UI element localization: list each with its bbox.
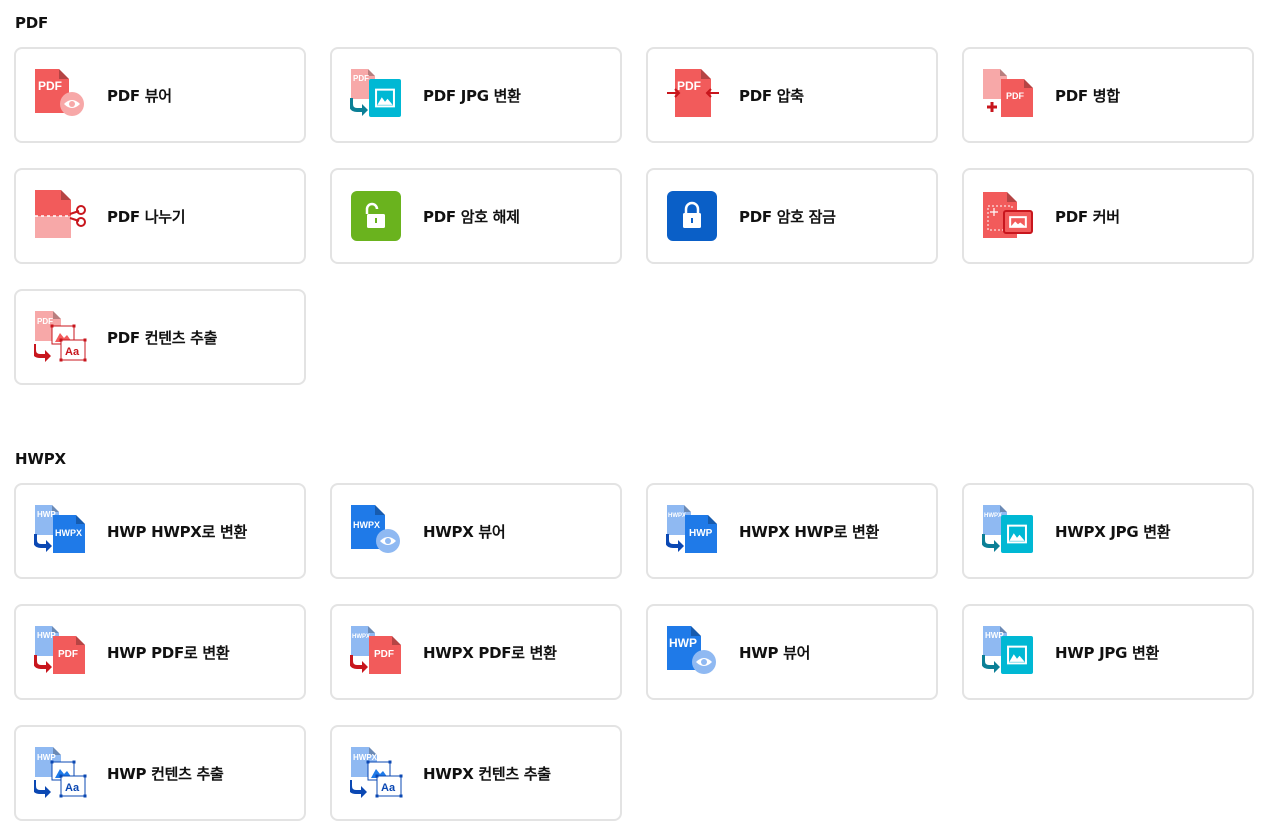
- svg-text:HWPX: HWPX: [984, 513, 1002, 519]
- section-title-hwpx: HWPX: [15, 450, 66, 468]
- tool-card-hwp-viewer[interactable]: HWP HWP 뷰어: [646, 604, 938, 700]
- tool-card-label: HWPX 컨텐츠 추출: [423, 764, 551, 783]
- hwp-viewer-icon: HWP: [666, 625, 720, 679]
- pdf-split-icon: [34, 189, 88, 243]
- tool-card-label: PDF 병합: [1055, 86, 1120, 105]
- tool-card-hwp-to-pdf[interactable]: HWP PDF HWP PDF로 변환: [14, 604, 306, 700]
- tool-card-lock[interactable]: PDF 암호 잠금: [646, 168, 938, 264]
- tool-card-label: HWP 뷰어: [739, 643, 811, 662]
- pdf-to-jpg-icon: PDF: [350, 68, 404, 122]
- svg-text:HWPX: HWPX: [55, 528, 82, 538]
- svg-text:Aa: Aa: [381, 782, 396, 794]
- hwpx-viewer-icon: HWPX: [350, 504, 404, 558]
- tool-card-hwpx-to-jpg[interactable]: HWPX HWPX JPG 변환: [962, 483, 1254, 579]
- tool-card-pdf-merge[interactable]: PDF PDF 병합: [962, 47, 1254, 143]
- svg-text:Aa: Aa: [65, 346, 80, 358]
- svg-text:HWP: HWP: [669, 636, 697, 650]
- svg-text:Aa: Aa: [65, 782, 80, 794]
- lock-icon: [666, 189, 720, 243]
- tool-card-label: HWP PDF로 변환: [107, 643, 230, 662]
- hwpx-tools-grid: HWP HWPX HWP HWPX로 변환 HWPX HWPX 뷰어 HWPX HWP HWP…: [14, 483, 1256, 821]
- svg-text:HWPX: HWPX: [353, 753, 378, 762]
- svg-text:PDF: PDF: [38, 79, 62, 93]
- hwpx-to-jpg-icon: HWPX: [982, 504, 1036, 558]
- section-title-pdf: PDF: [15, 14, 49, 32]
- pdf-merge-icon: PDF: [982, 68, 1036, 122]
- pdf-extract-icon: PDF Aa: [34, 310, 88, 364]
- hwpx-extract-icon: HWPX Aa: [350, 746, 404, 800]
- hwpx-to-hwp-icon: HWPX HWP: [666, 504, 720, 558]
- pdf-compress-icon: PDF: [666, 68, 720, 122]
- hwp-to-jpg-icon: HWP: [982, 625, 1036, 679]
- svg-text:HWPX: HWPX: [353, 520, 380, 530]
- tool-card-pdf-compress[interactable]: PDF PDF 압축: [646, 47, 938, 143]
- svg-text:HWPX: HWPX: [352, 634, 370, 640]
- tool-card-unlock[interactable]: PDF 암호 해제: [330, 168, 622, 264]
- tool-card-label: HWP 컨텐츠 추출: [107, 764, 224, 783]
- tool-card-hwpx-viewer[interactable]: HWPX HWPX 뷰어: [330, 483, 622, 579]
- tool-card-hwp-to-hwpx[interactable]: HWP HWPX HWP HWPX로 변환: [14, 483, 306, 579]
- svg-text:PDF: PDF: [1006, 91, 1025, 101]
- pdf-cover-icon: [982, 189, 1036, 243]
- tool-card-label: HWPX HWP로 변환: [739, 522, 879, 541]
- tool-card-label: HWPX JPG 변환: [1055, 522, 1171, 541]
- tool-card-label: PDF 압축: [739, 86, 804, 105]
- tool-card-label: HWPX PDF로 변환: [423, 643, 557, 662]
- tool-card-hwpx-to-pdf[interactable]: HWPX PDF HWPX PDF로 변환: [330, 604, 622, 700]
- tool-card-pdf-to-jpg[interactable]: PDF PDF JPG 변환: [330, 47, 622, 143]
- tool-card-hwp-extract[interactable]: HWP Aa HWP 컨텐츠 추출: [14, 725, 306, 821]
- svg-text:PDF: PDF: [353, 74, 369, 83]
- tool-card-pdf-viewer[interactable]: PDF PDF 뷰어: [14, 47, 306, 143]
- tool-card-label: PDF 컨텐츠 추출: [107, 328, 218, 347]
- tool-card-label: PDF 나누기: [107, 207, 186, 226]
- hwp-to-hwpx-icon: HWP HWPX: [34, 504, 88, 558]
- tool-card-label: HWPX 뷰어: [423, 522, 506, 541]
- svg-text:PDF: PDF: [677, 79, 701, 93]
- tool-card-hwpx-extract[interactable]: HWPX Aa HWPX 컨텐츠 추출: [330, 725, 622, 821]
- svg-text:HWPX: HWPX: [668, 513, 686, 519]
- tool-card-hwpx-to-hwp[interactable]: HWPX HWP HWPX HWP로 변환: [646, 483, 938, 579]
- tool-card-label: PDF JPG 변환: [423, 86, 521, 105]
- tool-card-label: PDF 암호 잠금: [739, 207, 836, 226]
- pdf-tools-grid: PDF PDF 뷰어 PDF PDF JPG 변환 PDF PDF 압축 PDF PDF 병합…: [14, 47, 1256, 385]
- svg-text:HWP: HWP: [689, 528, 713, 539]
- hwp-to-pdf-icon: HWP PDF: [34, 625, 88, 679]
- tool-card-pdf-split[interactable]: PDF 나누기: [14, 168, 306, 264]
- hwp-extract-icon: HWP Aa: [34, 746, 88, 800]
- tool-card-label: PDF 커버: [1055, 207, 1120, 226]
- tool-card-label: HWP HWPX로 변환: [107, 522, 247, 541]
- tool-card-label: PDF 암호 해제: [423, 207, 520, 226]
- tool-card-pdf-extract[interactable]: PDF Aa PDF 컨텐츠 추출: [14, 289, 306, 385]
- tool-card-hwp-to-jpg[interactable]: HWP HWP JPG 변환: [962, 604, 1254, 700]
- svg-text:PDF: PDF: [58, 649, 78, 660]
- pdf-viewer-icon: PDF: [34, 68, 88, 122]
- svg-text:PDF: PDF: [374, 649, 394, 660]
- tool-card-pdf-cover[interactable]: PDF 커버: [962, 168, 1254, 264]
- tool-card-label: PDF 뷰어: [107, 86, 172, 105]
- unlock-icon: [350, 189, 404, 243]
- tool-card-label: HWP JPG 변환: [1055, 643, 1160, 662]
- hwpx-to-pdf-icon: HWPX PDF: [350, 625, 404, 679]
